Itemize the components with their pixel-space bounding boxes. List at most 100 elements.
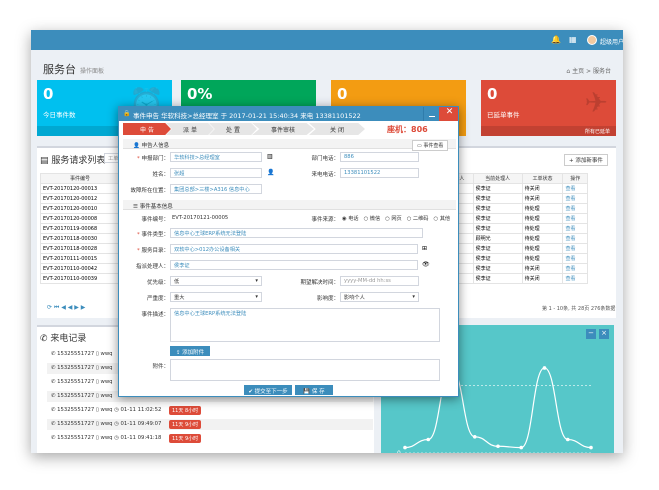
table-row[interactable]: 侯李证 待处理 查看 <box>440 243 588 254</box>
source-radio[interactable]: ○ 二维码 <box>407 216 429 222</box>
bell-icon[interactable]: 🔔 <box>551 35 561 44</box>
view-link[interactable]: 查看 <box>562 243 588 254</box>
source-radio[interactable]: ○ 其他 <box>434 216 451 222</box>
save-button[interactable]: 💾 保 存 <box>295 385 333 395</box>
source-radio[interactable]: ○ 网页 <box>385 216 402 222</box>
step-dispatch[interactable]: 派 单 <box>166 123 214 135</box>
call-phone: 15325551727 <box>57 393 95 399</box>
source-radio-group: ◉ 电话 ○ 微信 ○ 网页 ○ 二维码 ○ 其他 <box>342 215 455 222</box>
view-link[interactable]: 查看 <box>562 213 588 224</box>
chevron-down-icon: ▾ <box>412 294 415 300</box>
breadcrumb-home[interactable]: 主页 <box>572 68 584 75</box>
view-link[interactable]: 查看 <box>562 253 588 264</box>
table-row[interactable]: EVT-20170110-00039 <box>40 273 120 284</box>
table-row[interactable]: EVT-20170110-00042 <box>40 263 120 274</box>
table-row[interactable]: EVT-20170118-00030 <box>40 233 120 244</box>
caller-input[interactable]: 13381101522 <box>340 168 419 178</box>
paper-plane-icon: ✈ <box>584 86 608 119</box>
table-row[interactable]: 侯李证 待关闭 查看 <box>440 183 588 194</box>
table-row[interactable]: 侯李证 待处理 查看 <box>440 213 588 224</box>
clock-small-icon: ◷ <box>114 407 119 413</box>
service-catalog-input[interactable]: 双软中心>012办公设备相关 <box>170 244 418 254</box>
event-no-cell[interactable]: EVT-20170120-00010 <box>40 203 120 214</box>
call-record-row[interactable]: ✆ 15325551727 ▯ wwq <box>51 365 113 371</box>
due-time-input[interactable]: yyyy-MM-dd hh:ss <box>340 276 419 286</box>
table-row[interactable]: 侯李证 待处理 查看 <box>440 203 588 214</box>
table-row[interactable]: 侯李证 待处理 查看 <box>440 253 588 264</box>
source-radio[interactable]: ○ 微信 <box>364 216 381 222</box>
table-row[interactable]: EVT-20170111-00015 <box>40 253 120 264</box>
step-close[interactable]: 关 闭 <box>309 123 365 135</box>
call-record-row[interactable]: ✆ 15325551727 ▯ wwq <box>51 351 113 357</box>
avatar[interactable] <box>587 35 597 45</box>
data-point <box>496 444 500 449</box>
step-report[interactable]: 申 告 <box>123 123 171 135</box>
pager-controls[interactable]: ⟳ ⏮ ◀ ◀ ▶ ▶ <box>47 304 85 312</box>
event-no-cell[interactable]: EVT-20170111-00015 <box>40 253 120 264</box>
call-record-row[interactable]: ✆ 15325551727 ▯ wwq ◷ 01-11 09:41:18 <box>51 435 161 441</box>
call-record-row[interactable]: ✆ 15325551727 ▯ wwq ◷ 01-11 11:02:52 <box>51 407 161 413</box>
table-row[interactable]: 侯李证 待处理 查看 <box>440 223 588 234</box>
description-textarea[interactable]: 信息中心王球ERP系统无法登陆 <box>170 308 440 342</box>
user-small-icon: ▯ <box>95 393 99 399</box>
building-icon[interactable]: ▥ <box>267 153 273 160</box>
handler-cell: 侯李证 <box>472 253 523 264</box>
submit-next-button[interactable]: ✔ 提交至下一步 <box>244 385 292 395</box>
table-row[interactable]: EVT-20170120-00008 <box>40 213 120 224</box>
table-row[interactable]: EVT-20170119-00068 <box>40 223 120 234</box>
attachment-area[interactable] <box>170 359 440 381</box>
minimize-button[interactable] <box>423 107 439 121</box>
user-search-icon[interactable]: 👤 <box>267 169 274 176</box>
view-link[interactable]: 查看 <box>562 183 588 194</box>
event-no-cell[interactable]: EVT-20170118-00030 <box>40 233 120 244</box>
table-row[interactable]: 王文娟侯李证待关闭查看 <box>440 263 588 274</box>
user-name[interactable]: 超级用户 <box>600 37 623 46</box>
name-input[interactable]: 张超 <box>170 168 262 178</box>
event-no-cell[interactable]: EVT-20170120-00012 <box>40 193 120 204</box>
all-overdue-link[interactable]: 所有已延单 <box>481 126 616 136</box>
table-row[interactable]: EVT-20170120-00013 <box>40 183 120 194</box>
table-row[interactable]: EVT-20170118-00028 <box>40 243 120 254</box>
location-input[interactable]: 集团总部>三楼>A316 信息中心 <box>170 184 262 194</box>
severity-select[interactable]: 重大 ▾ <box>170 292 262 302</box>
dept-phone-input[interactable]: 886 <box>340 152 419 162</box>
dept-input[interactable]: 华软科技>总经理室 <box>170 152 262 162</box>
table-row[interactable]: 顾明光 待处理 查看 <box>440 233 588 244</box>
table-row[interactable]: EVT-20170120-00010 <box>40 203 120 214</box>
add-attachment-button[interactable]: ⇪ 添加附件 <box>170 346 210 356</box>
eye-icon[interactable]: 👁 <box>422 261 430 268</box>
handler-input[interactable]: 侯李证 <box>170 260 418 270</box>
event-type-input[interactable]: 信息中心王球ERP系统无法登陆 <box>170 228 423 238</box>
menu-grid-icon[interactable]: ▦ <box>569 35 577 44</box>
call-user: wwq <box>100 379 113 385</box>
event-no-cell[interactable]: EVT-20170119-00068 <box>40 223 120 234</box>
add-event-button[interactable]: + 添加新事件 <box>564 154 608 166</box>
event-history-button[interactable]: ▭ 事件查看 <box>412 140 449 151</box>
view-link[interactable]: 查看 <box>562 223 588 234</box>
source-radio[interactable]: ◉ 电话 <box>342 216 359 222</box>
table-row[interactable]: 王文娟侯李证待关闭查看 <box>440 273 588 284</box>
dept-phone-label: 部门电话： <box>311 156 339 162</box>
view-link[interactable]: 查看 <box>562 233 588 244</box>
table-row[interactable]: EVT-20170120-00012 <box>40 193 120 204</box>
event-no-cell[interactable]: EVT-20170118-00028 <box>40 243 120 254</box>
view-link[interactable]: 查看 <box>562 193 588 204</box>
home-icon[interactable]: ⌂ <box>566 68 570 75</box>
view-link[interactable]: 查看 <box>562 273 588 284</box>
call-record-row[interactable]: ✆ 15325551727 ▯ wwq <box>51 393 113 399</box>
table-row[interactable]: 张经侯李证待关闭查看 <box>440 193 588 204</box>
call-record-row[interactable]: ✆ 15325551727 ▯ wwq <box>51 379 113 385</box>
event-no-cell[interactable]: EVT-20170120-00013 <box>40 183 120 194</box>
view-link[interactable]: 查看 <box>562 263 588 274</box>
event-no-cell[interactable]: EVT-20170120-00008 <box>40 213 120 224</box>
event-no-cell[interactable]: EVT-20170110-00042 <box>40 263 120 274</box>
close-dialog-button[interactable]: ✕ <box>439 107 458 121</box>
impact-select[interactable]: 影响个人 ▾ <box>340 292 419 302</box>
priority-select[interactable]: 低 ▾ <box>170 276 262 286</box>
tree-icon[interactable]: ⊞ <box>422 245 427 252</box>
event-no-cell[interactable]: EVT-20170110-00039 <box>40 273 120 284</box>
view-link[interactable]: 查看 <box>562 203 588 214</box>
step-handle[interactable]: 处 置 <box>209 123 257 135</box>
step-review[interactable]: 事件审核 <box>252 123 314 135</box>
call-record-row[interactable]: ✆ 15325551727 ▯ wwq ◷ 01-11 09:49:07 <box>51 421 161 427</box>
